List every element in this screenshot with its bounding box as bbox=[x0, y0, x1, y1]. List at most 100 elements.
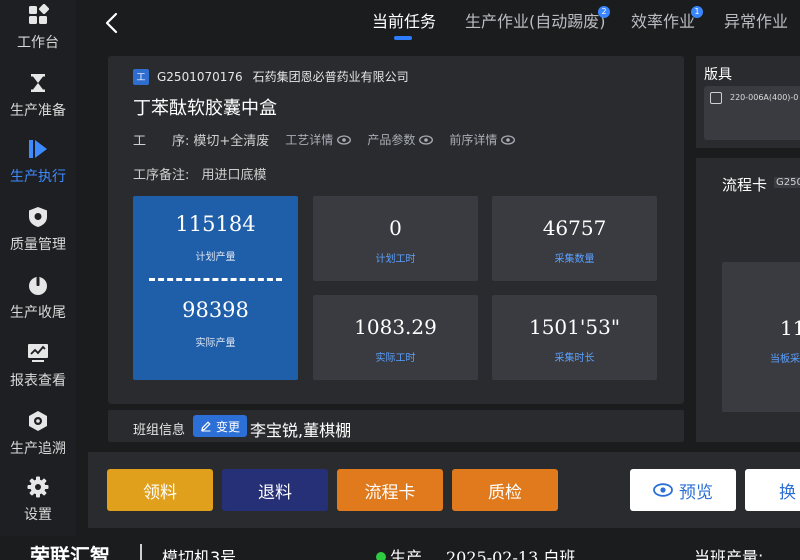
sidebar-item-label: 生产准备 bbox=[10, 103, 66, 119]
production-status: 生产 bbox=[390, 548, 423, 560]
plate-title: 版具 bbox=[704, 67, 732, 83]
plate-panel: 版具 220-006A(400)-0 bbox=[696, 56, 800, 148]
order-tag: 工 bbox=[133, 68, 149, 85]
team-info-label: 班组信息 bbox=[133, 423, 186, 438]
order-row: 工 G2501070176 石药集团恩必普药业有限公司 bbox=[133, 68, 409, 85]
workbench-icon bbox=[29, 4, 49, 24]
tab-efficiency[interactable]: 效率作业 bbox=[631, 8, 695, 32]
back-arrow-icon[interactable] bbox=[102, 10, 122, 36]
sidebar-item-quality[interactable]: 质量管理 bbox=[0, 206, 76, 272]
eye-icon bbox=[653, 483, 673, 497]
actual-output-label: 实际产量 bbox=[195, 338, 236, 349]
shift-output-label: 当班产量: bbox=[694, 548, 764, 560]
flow-card-value: 11 bbox=[780, 316, 800, 340]
product-title: 丁苯酞软胶囊中盒 bbox=[133, 98, 277, 119]
sidebar-item-execution[interactable]: 生产执行 bbox=[0, 138, 76, 204]
gear-icon bbox=[27, 476, 49, 498]
app-root: 工作台 生产准备 生产执行 质量管理 生产收尾 报表查看 生产追溯 设置 当前任… bbox=[0, 0, 800, 560]
eye-icon bbox=[337, 134, 352, 145]
process-label: 工 序: bbox=[133, 134, 190, 149]
sidebar-item-reports[interactable]: 报表查看 bbox=[0, 342, 76, 408]
edit-icon bbox=[201, 421, 211, 432]
process-remark-row: 工序备注: 用进口底模 bbox=[133, 164, 267, 183]
shift-info: 2025-02-13 白班 bbox=[446, 548, 576, 560]
order-number: G2501070176 bbox=[157, 69, 243, 84]
sidebar-item-preparation[interactable]: 生产准备 bbox=[0, 72, 76, 138]
status-bar: 荣联汇智 模切机3号 生产 2025-02-13 白班 当班产量: bbox=[0, 536, 800, 560]
return-material-button[interactable]: 退料 bbox=[222, 469, 328, 511]
link-label: 前序详情 bbox=[449, 133, 498, 147]
play-icon bbox=[29, 140, 47, 158]
eye-icon bbox=[501, 134, 516, 145]
output-summary-card: 115184 计划产量 98398 实际产量 bbox=[133, 196, 298, 380]
plate-code: 220-006A(400)-0 bbox=[730, 93, 799, 102]
planned-output-label: 计划产量 bbox=[195, 252, 236, 263]
process-value: 模切+全清废 bbox=[193, 134, 270, 149]
divider bbox=[149, 278, 282, 281]
status-indicator-icon bbox=[376, 552, 386, 560]
tab-badge: 2 bbox=[598, 6, 610, 18]
flow-card-stat: 11 当板采 bbox=[722, 262, 800, 412]
flow-card-title: 流程卡 bbox=[722, 176, 768, 194]
remark-label: 工序备注: bbox=[133, 168, 190, 183]
power-icon bbox=[29, 277, 47, 295]
link-label: 工艺详情 bbox=[285, 133, 334, 147]
product-params-link[interactable]: 产品参数 bbox=[367, 131, 434, 148]
company-name: 石药集团恩必普药业有限公司 bbox=[252, 70, 409, 84]
preview-button[interactable]: 预览 bbox=[630, 469, 736, 511]
quality-check-button[interactable]: 质检 bbox=[452, 469, 558, 511]
machine-name: 模切机3号 bbox=[162, 548, 237, 560]
collected-qty-label: 采集数量 bbox=[554, 254, 595, 265]
actual-hours-value: 1083.29 bbox=[354, 315, 437, 339]
hourglass-icon bbox=[31, 74, 45, 92]
sidebar-item-wrapup[interactable]: 生产收尾 bbox=[0, 274, 76, 340]
chart-icon bbox=[28, 344, 48, 362]
team-info-bar: 班组信息 变更 李宝锐,董棋棚 bbox=[108, 410, 684, 442]
sidebar: 工作台 生产准备 生产执行 质量管理 生产收尾 报表查看 生产追溯 设置 bbox=[0, 0, 76, 560]
action-bar: 领料 退料 流程卡 质检 预览 换 bbox=[88, 452, 800, 528]
process-details-link[interactable]: 工艺详情 bbox=[285, 131, 352, 148]
planned-output-value: 115184 bbox=[175, 212, 256, 236]
planned-hours-value: 0 bbox=[389, 216, 402, 240]
team-members: 李宝锐,董棋棚 bbox=[250, 421, 352, 440]
sidebar-item-label: 质量管理 bbox=[10, 237, 66, 253]
task-panel: 工 G2501070176 石药集团恩必普药业有限公司 丁苯酞软胶囊中盒 工 序… bbox=[108, 56, 684, 404]
switch-button[interactable]: 换 bbox=[745, 469, 800, 511]
sidebar-item-label: 生产追溯 bbox=[10, 441, 66, 457]
top-tab-bar: 当前任务 生产作业(自动踢废) 2 效率作业 1 异常作业 bbox=[88, 0, 800, 46]
sidebar-item-workbench[interactable]: 工作台 bbox=[0, 4, 76, 70]
divider bbox=[140, 544, 142, 560]
sidebar-item-label: 生产收尾 bbox=[10, 305, 66, 321]
previous-process-link[interactable]: 前序详情 bbox=[449, 131, 516, 148]
eye-icon bbox=[419, 134, 434, 145]
tab-current-task[interactable]: 当前任务 bbox=[372, 8, 436, 32]
sidebar-item-trace[interactable]: 生产追溯 bbox=[0, 410, 76, 476]
collected-duration-card: 1501'53" 采集时长 bbox=[492, 295, 657, 380]
actual-hours-card: 1083.29 实际工时 bbox=[313, 295, 478, 380]
tab-production-auto-reject[interactable]: 生产作业(自动踢废) bbox=[465, 8, 606, 32]
flow-card-label: 当板采 bbox=[770, 354, 800, 365]
plate-item[interactable]: 220-006A(400)-0 bbox=[704, 86, 800, 140]
sidebar-item-settings[interactable]: 设置 bbox=[0, 476, 76, 542]
collected-duration-label: 采集时长 bbox=[554, 353, 595, 364]
preview-label: 预览 bbox=[679, 482, 713, 503]
tab-badge: 1 bbox=[691, 6, 703, 18]
collected-qty-card: 46757 采集数量 bbox=[492, 196, 657, 281]
plate-checkbox[interactable] bbox=[710, 92, 722, 104]
pick-material-button[interactable]: 领料 bbox=[107, 469, 213, 511]
actual-output-value: 98398 bbox=[182, 298, 249, 322]
tab-exception[interactable]: 异常作业 bbox=[724, 8, 788, 32]
flow-card-button[interactable]: 流程卡 bbox=[337, 469, 443, 511]
collected-duration-value: 1501'53" bbox=[528, 315, 621, 339]
change-team-label: 变更 bbox=[215, 419, 240, 434]
shield-icon bbox=[29, 207, 47, 227]
sidebar-item-label: 生产执行 bbox=[10, 169, 66, 185]
planned-hours-label: 计划工时 bbox=[375, 254, 416, 265]
sidebar-item-label: 工作台 bbox=[17, 35, 59, 51]
trace-icon bbox=[29, 411, 47, 431]
brand-logo: 荣联汇智 bbox=[30, 544, 110, 560]
process-row: 工 序: 模切+全清废 工艺详情 产品参数 前序详情 bbox=[133, 130, 516, 149]
change-team-button[interactable]: 变更 bbox=[193, 415, 247, 437]
flow-card-panel: 流程卡 G250 11 当板采 bbox=[696, 158, 800, 442]
actual-hours-label: 实际工时 bbox=[375, 353, 416, 364]
